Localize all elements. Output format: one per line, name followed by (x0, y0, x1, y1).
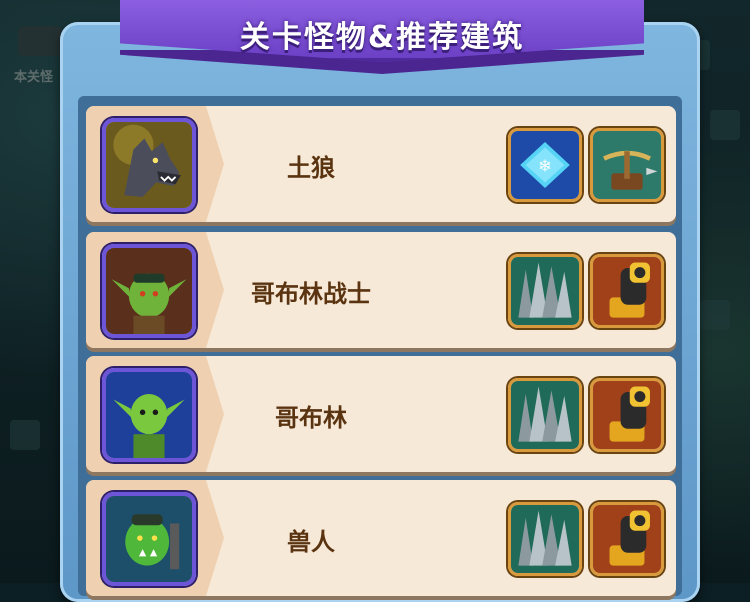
goblin-warrior-portrait[interactable] (102, 244, 196, 338)
spike-trap-icon[interactable] (508, 378, 582, 452)
background-tile (710, 110, 740, 140)
background-tile (10, 420, 40, 450)
monster-row: 哥布林 (86, 356, 676, 472)
monster-name: 土狼 (287, 154, 335, 182)
monster-name: 兽人 (287, 528, 335, 556)
monster-name: 哥布林战士 (251, 280, 371, 308)
orc-portrait[interactable] (102, 492, 196, 586)
goblin-portrait[interactable] (102, 368, 196, 462)
cannon-tower-icon[interactable] (590, 378, 664, 452)
monster-row: 兽人 (86, 480, 676, 596)
ice-trap-icon[interactable]: ❄ (508, 128, 582, 202)
monster-row: 哥布林战士 (86, 232, 676, 348)
book-icon[interactable] (18, 26, 62, 56)
crossbow-tower-icon[interactable] (590, 128, 664, 202)
background-tile (700, 300, 730, 330)
panel-title: 关卡怪物&推荐建筑 (239, 20, 525, 55)
svg-text:❄: ❄ (538, 156, 552, 175)
spike-trap-icon[interactable] (508, 502, 582, 576)
cannon-tower-icon[interactable] (590, 254, 664, 328)
background-label: 本关怪 (14, 70, 54, 85)
wolf-portrait[interactable] (102, 118, 196, 212)
monster-name: 哥布林 (275, 404, 347, 432)
monster-row: 土狼 ❄ (86, 106, 676, 222)
spike-trap-icon[interactable] (508, 254, 582, 328)
cannon-tower-icon[interactable] (590, 502, 664, 576)
